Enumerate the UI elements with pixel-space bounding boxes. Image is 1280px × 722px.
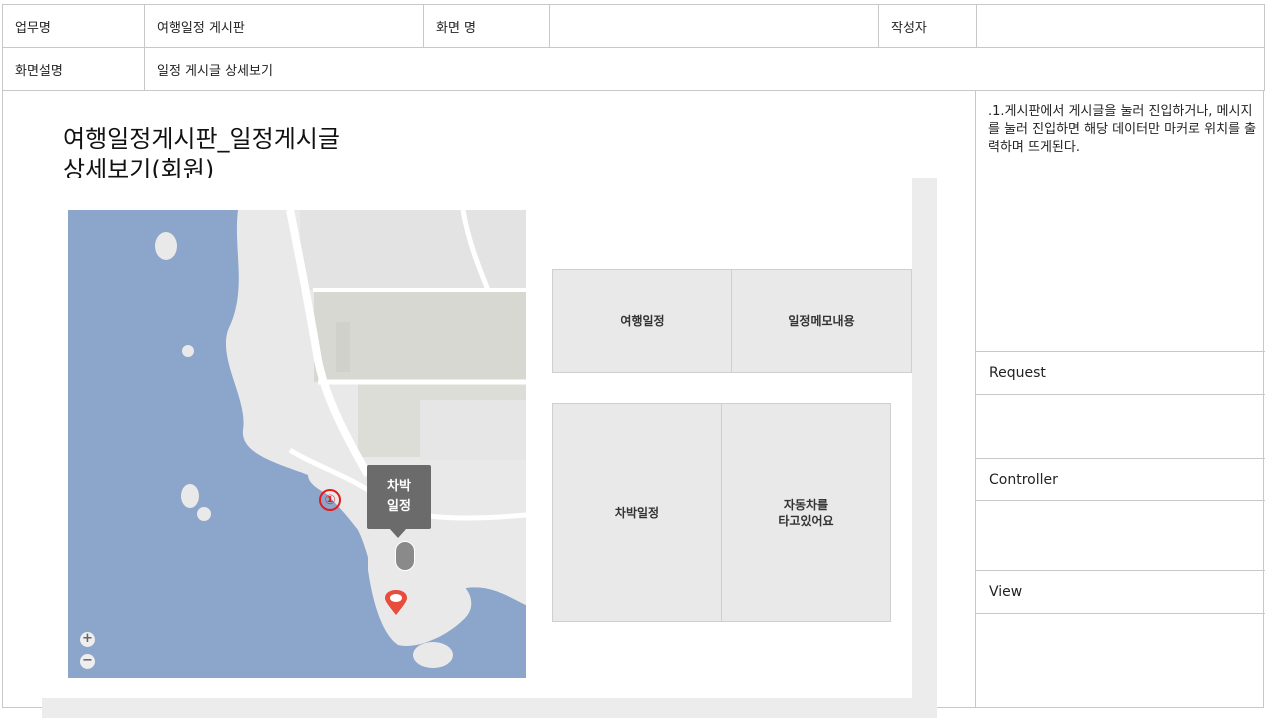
side-divider (976, 500, 1265, 501)
detail-col-memo: 자동차를 타고있어요 (721, 403, 891, 622)
view-label: View (989, 584, 1023, 600)
side-divider (976, 613, 1265, 614)
tooltip-line1: 차박 (387, 479, 411, 494)
desc-label: 화면설명 (15, 63, 63, 79)
detail-memo-line2: 타고있어요 (778, 513, 834, 528)
side-description: .1.게시판에서 게시글을 눌러 진입하거나, 메시지를 눌러 진입하면 해당 … (988, 104, 1257, 155)
task-label: 업무명 (15, 20, 51, 36)
request-label: Request (989, 365, 1046, 381)
info-col-schedule: 여행일정 (552, 269, 733, 373)
page-title-line1: 여행일정게시판_일정게시글 (63, 125, 340, 153)
zoom-out-button[interactable]: − (80, 654, 95, 669)
desc-value: 일정 게시글 상세보기 (157, 63, 273, 79)
detail-memo-line1: 자동차를 (783, 497, 829, 512)
side-divider (976, 458, 1265, 459)
author-label-cell: 작성자 (878, 4, 977, 48)
side-divider (976, 394, 1265, 395)
screen-label: 화면 명 (436, 20, 477, 36)
controller-label: Controller (989, 472, 1058, 488)
desc-value-cell: 일정 게시글 상세보기 (144, 47, 1265, 91)
author-value-cell (976, 4, 1265, 48)
detail-col-schedule: 차박일정 (552, 403, 722, 622)
screen-label-cell: 화면 명 (423, 4, 550, 48)
map-canvas (68, 210, 526, 678)
page-title: 여행일정게시판_일정게시글 상세보기(회원) (63, 124, 340, 186)
side-divider (976, 351, 1265, 352)
desc-label-cell: 화면설명 (2, 47, 145, 91)
map-view[interactable]: + − (68, 210, 526, 678)
annotation-number-badge: ① (319, 489, 341, 511)
task-value-cell: 여행일정 게시판 (144, 4, 424, 48)
screen-value-cell (549, 4, 879, 48)
tooltip-line2: 일정 (387, 499, 411, 514)
author-label: 작성자 (891, 20, 927, 36)
user-location-icon (395, 541, 415, 571)
info-col-memo: 일정메모내용 (731, 269, 912, 373)
zoom-in-button[interactable]: + (80, 632, 95, 647)
task-label-cell: 업무명 (2, 4, 145, 48)
map-tooltip[interactable]: 차박 일정 (367, 465, 431, 538)
location-pin-icon[interactable] (384, 590, 408, 616)
task-value: 여행일정 게시판 (157, 20, 245, 36)
vertical-divider (975, 90, 976, 708)
side-divider (976, 570, 1265, 571)
